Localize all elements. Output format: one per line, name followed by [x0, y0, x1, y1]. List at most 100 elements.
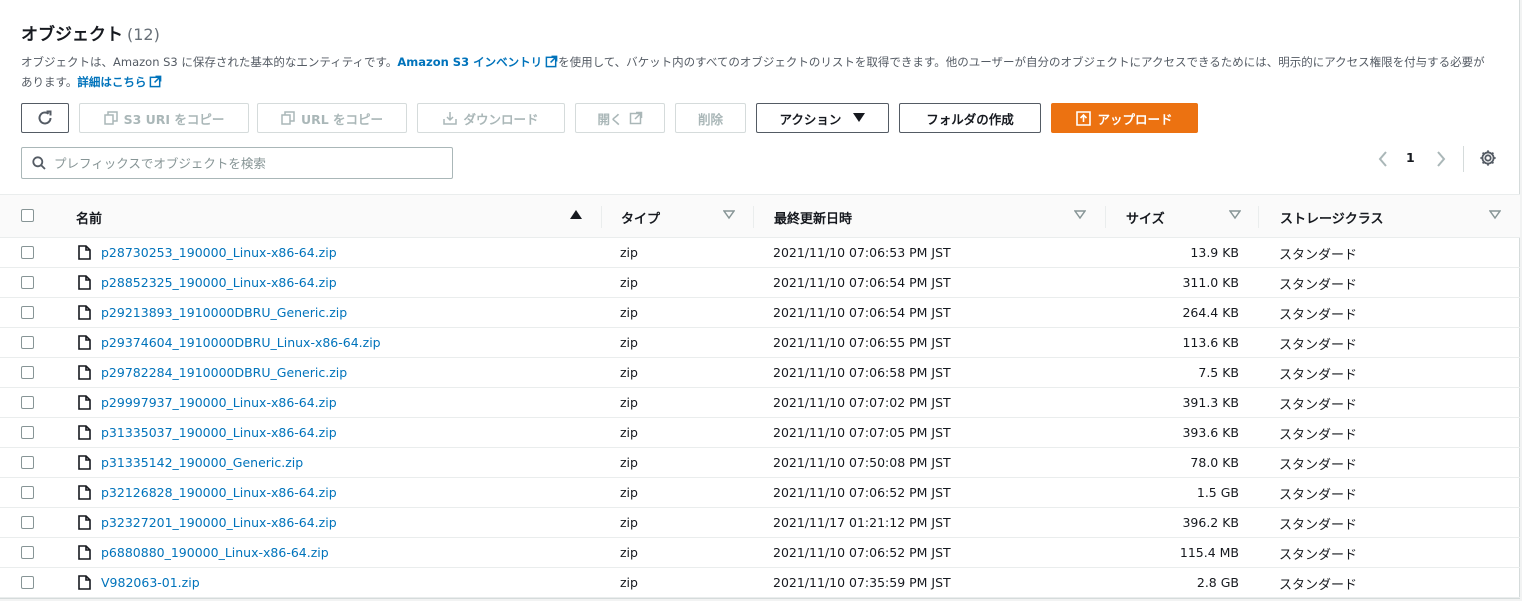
table-row[interactable]: p28852325_190000_Linux-x86-64.zip zip 2021… — [0, 268, 1520, 298]
description-text-1: オブジェクトは、Amazon S3 に保存された基本的なエンティティです。 — [21, 55, 398, 69]
object-name-link[interactable]: p29374604_1910000DBRU_Linux-x86-64.zip — [101, 335, 381, 350]
object-storage-class: スタンダード — [1279, 518, 1358, 533]
row-checkbox[interactable] — [21, 276, 34, 289]
search-input[interactable] — [54, 155, 434, 171]
object-modified: 2021/11/10 07:06:54 PM JST — [773, 275, 951, 290]
row-checkbox[interactable] — [21, 456, 34, 469]
column-divider — [1258, 206, 1259, 228]
object-name-link[interactable]: V982063-01.zip — [101, 575, 200, 590]
object-storage-class: スタンダード — [1279, 278, 1358, 293]
object-type: zip — [620, 365, 638, 380]
learn-more-link[interactable]: 詳細はこちら — [77, 75, 146, 89]
column-divider — [1105, 206, 1106, 228]
row-checkbox[interactable] — [21, 576, 34, 589]
object-name-link[interactable]: p31335142_190000_Generic.zip — [101, 455, 303, 470]
external-link-icon[interactable] — [149, 74, 162, 88]
row-checkbox[interactable] — [21, 426, 34, 439]
object-name-link[interactable]: p28730253_190000_Linux-x86-64.zip — [101, 245, 337, 260]
file-icon — [78, 275, 91, 294]
table-row[interactable]: V982063-01.zip zip 2021/11/10 07:35:59 PM … — [0, 568, 1520, 598]
refresh-icon — [38, 110, 52, 125]
row-checkbox[interactable] — [21, 486, 34, 499]
refresh-button[interactable] — [21, 103, 69, 133]
table-row[interactable]: p31335142_190000_Generic.zip zip 2021/11/1… — [0, 448, 1520, 478]
row-checkbox[interactable] — [21, 306, 34, 319]
delete-button[interactable]: 削除 — [675, 103, 746, 133]
column-header-name[interactable]: 名前 — [76, 208, 102, 227]
previous-page-button[interactable] — [1376, 147, 1390, 171]
table-row[interactable]: p29374604_1910000DBRU_Linux-x86-64.zip zi… — [0, 328, 1520, 358]
select-all-checkbox[interactable] — [21, 209, 34, 222]
open-button[interactable]: 開く — [575, 103, 665, 133]
copy-icon — [103, 111, 118, 125]
objects-panel: オブジェクト (12) オブジェクトは、Amazon S3 に保存された基本的なエ… — [0, 0, 1520, 599]
object-name-link[interactable]: p28852325_190000_Linux-x86-64.zip — [101, 275, 337, 290]
row-checkbox[interactable] — [21, 516, 34, 529]
object-name-link[interactable]: p6880880_190000_Linux-x86-64.zip — [101, 545, 329, 560]
chevron-left-icon — [1378, 151, 1387, 167]
copy-icon — [281, 111, 295, 125]
object-type: zip — [620, 575, 638, 590]
object-modified: 2021/11/10 07:35:59 PM JST — [773, 575, 951, 590]
column-header-modified[interactable]: 最終更新日時 — [774, 208, 852, 227]
table-row[interactable]: p29213893_1910000DBRU_Generic.zip zip 2021… — [0, 298, 1520, 328]
column-header-size[interactable]: サイズ — [1126, 208, 1165, 227]
row-checkbox[interactable] — [21, 366, 34, 379]
inventory-link[interactable]: Amazon S3 インベントリ — [397, 55, 542, 69]
upload-button[interactable]: アップロード — [1051, 103, 1198, 133]
copy-s3-uri-button[interactable]: S3 URI をコピー — [79, 103, 249, 133]
object-modified: 2021/11/10 07:06:54 PM JST — [773, 305, 951, 320]
object-name-link[interactable]: p32327201_190000_Linux-x86-64.zip — [101, 515, 337, 530]
object-name-link[interactable]: p31335037_190000_Linux-x86-64.zip — [101, 425, 337, 440]
actions-label: アクション — [779, 111, 842, 127]
file-icon — [78, 575, 91, 594]
object-modified: 2021/11/10 07:07:05 PM JST — [773, 425, 951, 440]
download-icon — [443, 112, 458, 125]
copy-s3-uri-label: S3 URI をコピー — [123, 111, 225, 127]
file-icon — [78, 335, 91, 354]
object-storage-class: スタンダード — [1279, 458, 1358, 473]
delete-label: 削除 — [697, 111, 723, 127]
object-type: zip — [620, 245, 638, 260]
row-checkbox[interactable] — [21, 396, 34, 409]
object-size: 264.4 KB — [1182, 305, 1239, 320]
object-name-link[interactable]: p32126828_190000_Linux-x86-64.zip — [101, 485, 337, 500]
next-page-button[interactable] — [1434, 147, 1448, 171]
column-header-storage-class[interactable]: ストレージクラス — [1280, 208, 1383, 227]
sort-icon[interactable] — [1489, 210, 1501, 220]
copy-url-button[interactable]: URL をコピー — [257, 103, 407, 133]
sort-icon[interactable] — [1229, 210, 1241, 220]
actions-dropdown[interactable]: アクション — [756, 103, 889, 133]
row-checkbox[interactable] — [21, 246, 34, 259]
table-row[interactable]: p29782284_1910000DBRU_Generic.zip zip 2021… — [0, 358, 1520, 388]
preferences-button[interactable] — [1479, 148, 1497, 172]
page-number[interactable]: 1 — [1406, 150, 1415, 165]
sort-icon[interactable] — [723, 210, 735, 220]
object-name-link[interactable]: p29213893_1910000DBRU_Generic.zip — [101, 305, 347, 320]
search-box[interactable] — [21, 147, 453, 179]
file-icon — [78, 425, 91, 444]
column-divider — [753, 206, 754, 228]
object-name-link[interactable]: p29997937_190000_Linux-x86-64.zip — [101, 395, 337, 410]
row-checkbox[interactable] — [21, 546, 34, 559]
column-header-type[interactable]: タイプ — [621, 208, 660, 227]
download-button[interactable]: ダウンロード — [417, 103, 565, 133]
table-row[interactable]: p28730253_190000_Linux-x86-64.zip zip 2021… — [0, 238, 1520, 268]
upload-icon — [1076, 110, 1092, 126]
sort-icon[interactable] — [1074, 210, 1086, 220]
table-row[interactable]: p32126828_190000_Linux-x86-64.zip zip 2021… — [0, 478, 1520, 508]
object-size: 311.0 KB — [1182, 275, 1239, 290]
row-checkbox[interactable] — [21, 336, 34, 349]
caret-down-icon — [853, 113, 866, 122]
object-name-link[interactable]: p29782284_1910000DBRU_Generic.zip — [101, 365, 347, 380]
table-row[interactable]: p29997937_190000_Linux-x86-64.zip zip 2021… — [0, 388, 1520, 418]
object-size: 13.9 KB — [1190, 245, 1239, 260]
file-icon — [78, 515, 91, 534]
object-storage-class: スタンダード — [1279, 398, 1358, 413]
table-row[interactable]: p6880880_190000_Linux-x86-64.zip zip 2021/… — [0, 538, 1520, 568]
external-link-icon[interactable] — [545, 54, 558, 68]
sort-ascending-icon[interactable] — [570, 210, 582, 220]
table-row[interactable]: p31335037_190000_Linux-x86-64.zip zip 2021… — [0, 418, 1520, 448]
table-row[interactable]: p32327201_190000_Linux-x86-64.zip zip 2021… — [0, 508, 1520, 538]
create-folder-button[interactable]: フォルダの作成 — [899, 103, 1041, 133]
